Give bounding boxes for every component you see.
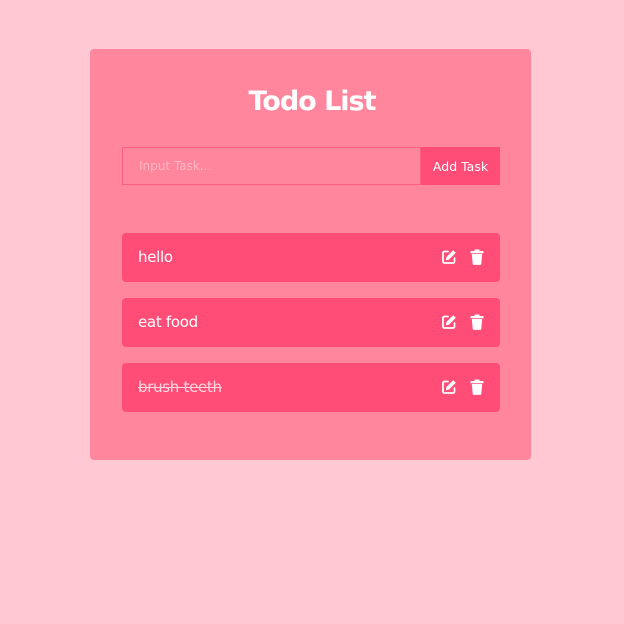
todo-item-completed[interactable]: brush teeth [122,363,500,412]
task-input[interactable] [122,147,421,185]
trash-icon[interactable] [468,248,486,266]
todo-item-text: hello [138,248,173,266]
todo-item-text: eat food [138,313,198,331]
todo-item[interactable]: hello [122,233,500,282]
todo-item[interactable]: eat food [122,298,500,347]
edit-icon[interactable] [440,313,458,331]
edit-icon[interactable] [440,378,458,396]
todo-item-text: brush teeth [138,378,222,396]
edit-icon[interactable] [440,248,458,266]
add-task-button[interactable]: Add Task [421,147,500,185]
trash-icon[interactable] [468,313,486,331]
trash-icon[interactable] [468,378,486,396]
add-task-form: Add Task [122,147,500,185]
page-title: Todo List [248,86,376,117]
